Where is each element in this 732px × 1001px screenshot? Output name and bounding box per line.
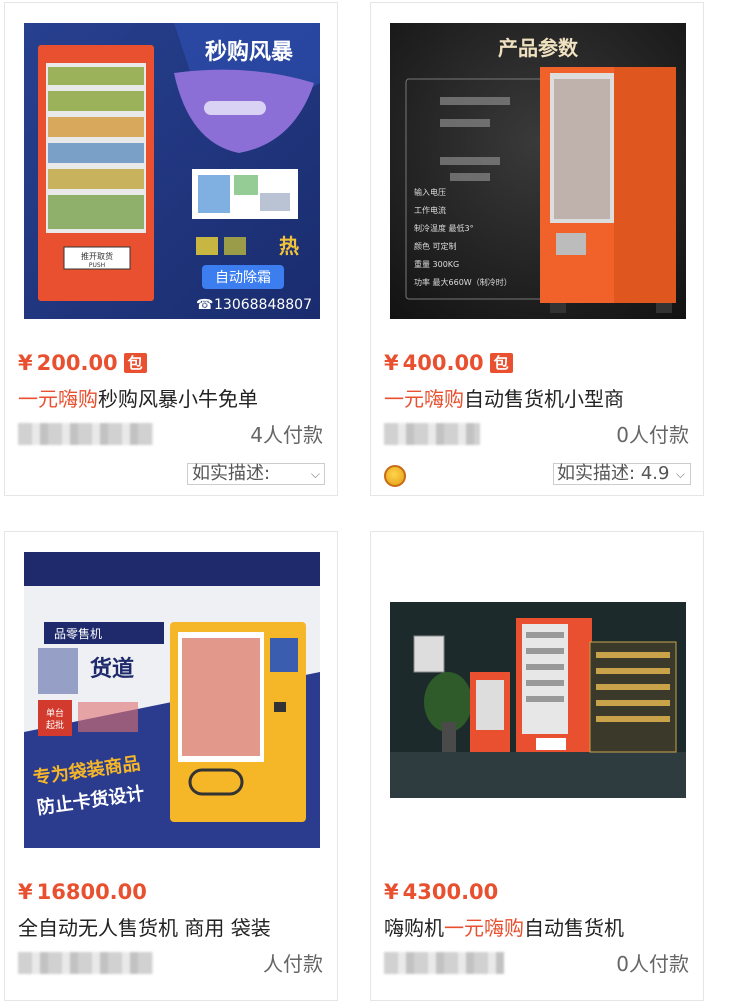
product-card[interactable]: 产品参数 输入电压 工作电流 制冷温度 最低3° 颜色 可定制 重量 300KG…	[370, 2, 704, 496]
label-2: 货道	[90, 656, 134, 682]
currency-symbol: ¥	[18, 351, 33, 375]
price-value: 16800.00	[36, 880, 147, 904]
product-title[interactable]: 嗨购机一元嗨购自动售货机	[384, 912, 689, 941]
description-rating-select[interactable]: 如实描述: ⌵	[187, 463, 325, 485]
svg-text:单台: 单台	[46, 707, 64, 719]
label-1: 品零售机	[54, 626, 102, 641]
door-label: 推开取货	[81, 251, 113, 261]
desc-score: 4.9	[640, 463, 670, 484]
price: ¥ 4300.00	[384, 880, 498, 904]
price-value: 400.00	[402, 351, 484, 375]
chevron-down-icon: ⌵	[310, 467, 320, 481]
product-title[interactable]: 一元嗨购秒购风暴小牛免单	[18, 383, 323, 412]
spec-heading: 产品参数	[498, 36, 579, 60]
title-highlight: 一元嗨购	[444, 916, 524, 940]
svg-text:热: 热	[279, 234, 299, 258]
svg-text:工作电流: 工作电流	[414, 205, 446, 215]
free-shipping-badge: 包	[123, 353, 147, 373]
currency-symbol: ¥	[384, 880, 399, 904]
product-title[interactable]: 一元嗨购自动售货机小型商	[384, 383, 689, 412]
feature-button-text: 自动除霜	[215, 270, 271, 286]
product-card[interactable]: 品零售机 货道 单台 起批 专为袋装商品 防止卡货设计 ¥ 16800.00 全…	[4, 531, 338, 1001]
svg-text:输入电压: 输入电压	[414, 187, 446, 197]
medal-icon	[384, 465, 406, 487]
price: ¥ 400.00 包	[384, 351, 513, 375]
title-highlight: 一元嗨购	[384, 387, 464, 411]
title-prefix: 嗨购机	[384, 916, 444, 940]
free-shipping-badge: 包	[489, 353, 513, 373]
description-rating-select[interactable]: ⌵ 如实描述: 4.9	[553, 463, 691, 485]
shop-name-blurred[interactable]	[18, 423, 153, 445]
sales-count: 4人付款	[250, 423, 323, 447]
product-card[interactable]: 推开取货 PUSH 秒购风暴 热 自动除霜 13068848807 ☎ ¥ 20…	[4, 2, 338, 496]
title-text: 自动售货机	[524, 916, 624, 940]
price-value: 4300.00	[402, 880, 499, 904]
svg-text:制冷温度 最低3°: 制冷温度 最低3°	[414, 223, 474, 233]
shop-name-blurred[interactable]	[384, 423, 480, 445]
title-text: 全自动无人售货机 商用 袋装	[18, 916, 271, 940]
currency-symbol: ¥	[18, 880, 33, 904]
product-image[interactable]: 产品参数 输入电压 工作电流 制冷温度 最低3° 颜色 可定制 重量 300KG…	[390, 23, 686, 319]
sales-count: 人付款	[263, 952, 323, 976]
sales-count: 0人付款	[616, 423, 689, 447]
shop-name-blurred[interactable]	[384, 952, 504, 974]
desc-label: 如实描述:	[557, 463, 636, 484]
svg-text:功率 最大660W（制冷时）: 功率 最大660W（制冷时）	[414, 277, 512, 287]
desc-label: 如实描述:	[192, 463, 271, 484]
product-image[interactable]: 品零售机 货道 单台 起批 专为袋装商品 防止卡货设计	[24, 552, 320, 848]
phone-number: 13068848807	[214, 297, 312, 313]
price-value: 200.00	[36, 351, 118, 375]
banner-title: 秒购风暴	[205, 39, 294, 65]
svg-text:颜色 可定制: 颜色 可定制	[414, 241, 457, 251]
svg-text:☎: ☎	[196, 297, 213, 313]
product-card[interactable]: ¥ 4300.00 嗨购机一元嗨购自动售货机 0人付款	[370, 531, 704, 1001]
product-title[interactable]: 全自动无人售货机 商用 袋装	[18, 912, 323, 941]
title-text: 秒购风暴小牛免单	[98, 387, 258, 411]
product-image[interactable]	[390, 552, 686, 848]
svg-text:起批: 起批	[46, 719, 64, 731]
door-sub: PUSH	[89, 262, 105, 269]
svg-text:重量 300KG: 重量 300KG	[414, 259, 459, 269]
sales-count: 0人付款	[616, 952, 689, 976]
product-image[interactable]: 推开取货 PUSH 秒购风暴 热 自动除霜 13068848807 ☎	[24, 23, 320, 319]
currency-symbol: ¥	[384, 351, 399, 375]
title-text: 自动售货机小型商	[464, 387, 624, 411]
title-highlight: 一元嗨购	[18, 387, 98, 411]
shop-name-blurred[interactable]	[18, 952, 153, 974]
price: ¥ 16800.00	[18, 880, 147, 904]
price: ¥ 200.00 包	[18, 351, 147, 375]
